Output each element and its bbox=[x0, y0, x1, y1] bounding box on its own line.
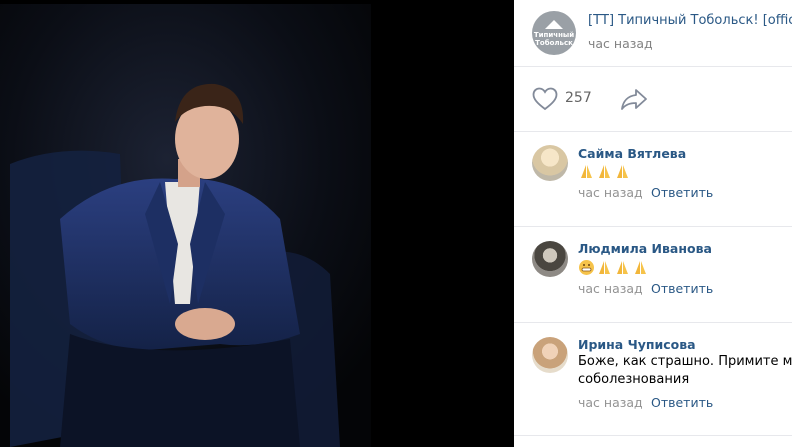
comment-text-line-2: соболезнования bbox=[578, 372, 690, 387]
logo-text-1: Типичный bbox=[533, 30, 575, 39]
reply-button[interactable]: Ответить bbox=[651, 281, 713, 296]
comment-item: Людмила Иванова час назад Ответить bbox=[514, 227, 792, 323]
post-header: Типичный Тобольск [ТТ] Типичный Тобольск… bbox=[514, 0, 792, 67]
avatar[interactable] bbox=[532, 145, 568, 181]
share-icon[interactable] bbox=[620, 88, 648, 110]
reply-button[interactable]: Ответить bbox=[651, 185, 713, 200]
pray-emoji-icon bbox=[599, 165, 610, 178]
comment-time[interactable]: час назад bbox=[578, 395, 643, 410]
pray-emoji-icon bbox=[635, 261, 646, 274]
avatar[interactable] bbox=[532, 337, 568, 373]
comment-author[interactable]: Людмила Иванова bbox=[578, 241, 712, 256]
comment-time[interactable]: час назад bbox=[578, 185, 643, 200]
comment-text-line-1: Боже, как страшно. Примите мои bbox=[578, 354, 792, 369]
like-count[interactable]: 257 bbox=[565, 90, 592, 106]
pray-emoji-icon bbox=[617, 165, 628, 178]
heart-icon[interactable] bbox=[532, 87, 558, 111]
pray-emoji-icon bbox=[599, 261, 610, 274]
church-icon bbox=[545, 19, 563, 29]
post-photo[interactable] bbox=[0, 4, 371, 447]
grin-emoji-icon bbox=[579, 260, 594, 275]
comment-author[interactable]: Ирина Чуписова bbox=[578, 337, 696, 352]
post-actions: 257 bbox=[514, 67, 792, 132]
reply-button[interactable]: Ответить bbox=[651, 395, 713, 410]
photo-viewer bbox=[0, 0, 514, 447]
post-side-panel: Типичный Тобольск [ТТ] Типичный Тобольск… bbox=[514, 0, 792, 447]
avatar[interactable] bbox=[532, 241, 568, 277]
logo-text-2: Тобольск bbox=[535, 38, 573, 47]
pray-emoji-icon bbox=[581, 165, 592, 178]
group-name-link[interactable]: [ТТ] Типичный Тобольск! [official] bbox=[588, 13, 792, 28]
comment-text bbox=[578, 163, 631, 180]
comment-item: Ирина Чуписова Боже, как страшно. Примит… bbox=[514, 323, 792, 436]
post-time[interactable]: час назад bbox=[588, 36, 653, 51]
comment-time[interactable]: час назад bbox=[578, 281, 643, 296]
comment-author[interactable]: Сайма Вятлева bbox=[578, 146, 686, 161]
comment-text bbox=[578, 259, 649, 276]
pray-emoji-icon bbox=[617, 261, 628, 274]
comment-item: Сайма Вятлева час назад Ответить bbox=[514, 132, 792, 227]
group-avatar[interactable]: Типичный Тобольск bbox=[532, 11, 576, 55]
